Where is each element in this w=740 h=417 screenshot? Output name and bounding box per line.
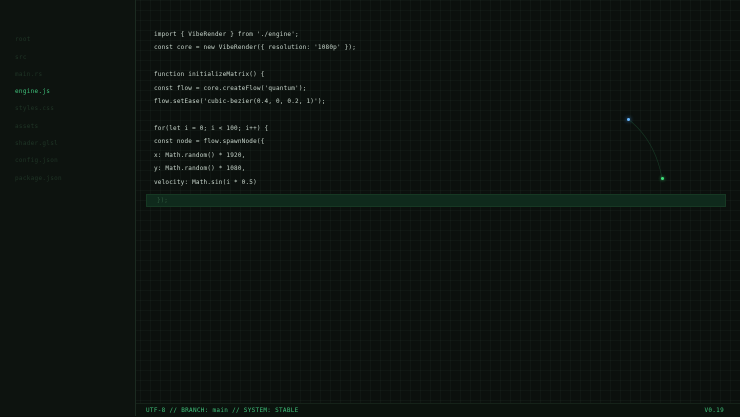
node-connection-lines <box>627 118 663 179</box>
node-link-line <box>627 118 663 179</box>
status-info-text: UTF-8 // BRANCH: main // SYSTEM: STABLE <box>146 407 299 414</box>
version-label: V0.19 <box>704 407 724 414</box>
particle-node-green <box>661 177 664 180</box>
code-editor-app: root src main.rs engine.js styles.css as… <box>0 0 740 417</box>
status-bar: UTF-8 // BRANCH: main // SYSTEM: STABLE … <box>136 403 740 417</box>
particle-node-blue <box>627 118 630 121</box>
